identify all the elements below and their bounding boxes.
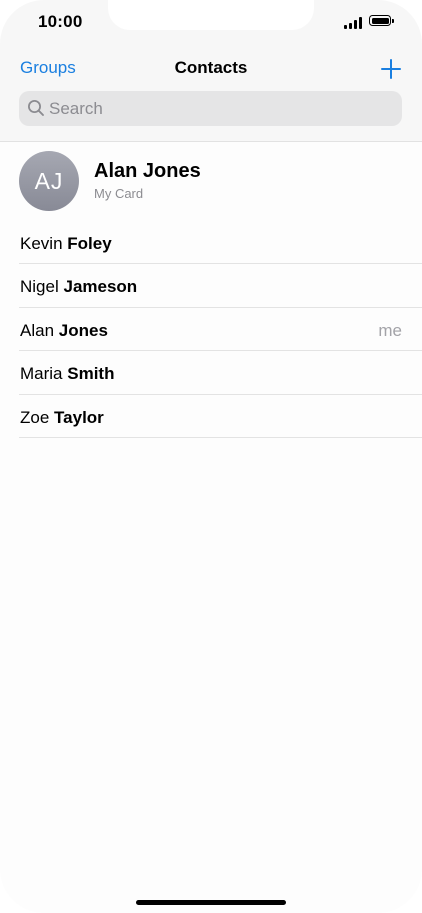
contact-last-name: Smith [67,364,115,384]
contact-first-name: Zoe [20,407,50,427]
search-icon [27,99,45,117]
contact-name: Zoe Taylor [20,408,104,428]
phone-screen: 10:00 Groups Contacts Search AJ Alan Jon… [0,0,422,913]
contact-first-name: Alan [20,320,55,340]
contact-list: Kevin Foley Nigel Jameson Alan Jones me … [0,221,422,438]
avatar: AJ [19,151,79,211]
my-card-name: Alan Jones [94,160,201,182]
contact-row[interactable]: Nigel Jameson [19,264,422,308]
contact-name: Alan Jones [20,321,108,341]
groups-button[interactable]: Groups [20,58,76,78]
contact-row[interactable]: Kevin Foley [19,221,422,265]
notch [108,0,314,30]
my-card[interactable]: AJ Alan Jones My Card [0,142,422,220]
contact-first-name: Maria [20,364,63,384]
contact-name: Nigel Jameson [20,277,137,297]
contact-last-name: Taylor [54,407,104,427]
contact-first-name: Nigel [20,277,59,297]
battery-icon [369,15,394,26]
cellular-signal-icon [344,16,364,29]
contact-name: Kevin Foley [20,234,112,254]
contact-row[interactable]: Zoe Taylor [19,395,422,438]
avatar-initials: AJ [34,168,64,194]
contact-first-name: Kevin [20,234,63,253]
plus-icon[interactable] [380,58,402,80]
search-field[interactable]: Search [19,91,402,126]
me-label: me [378,320,402,340]
contact-row[interactable]: Alan Jones me [19,308,422,352]
contact-last-name: Jones [58,320,108,340]
page-title: Contacts [174,58,248,77]
contact-name: Maria Smith [20,364,114,384]
home-indicator[interactable] [136,900,286,905]
search-placeholder: Search [49,99,103,118]
contact-row[interactable]: Maria Smith [19,351,422,395]
contact-last-name: Foley [67,234,112,253]
status-time: 10:00 [38,12,83,31]
my-card-label: My Card [94,186,144,201]
contact-last-name: Jameson [63,277,138,297]
